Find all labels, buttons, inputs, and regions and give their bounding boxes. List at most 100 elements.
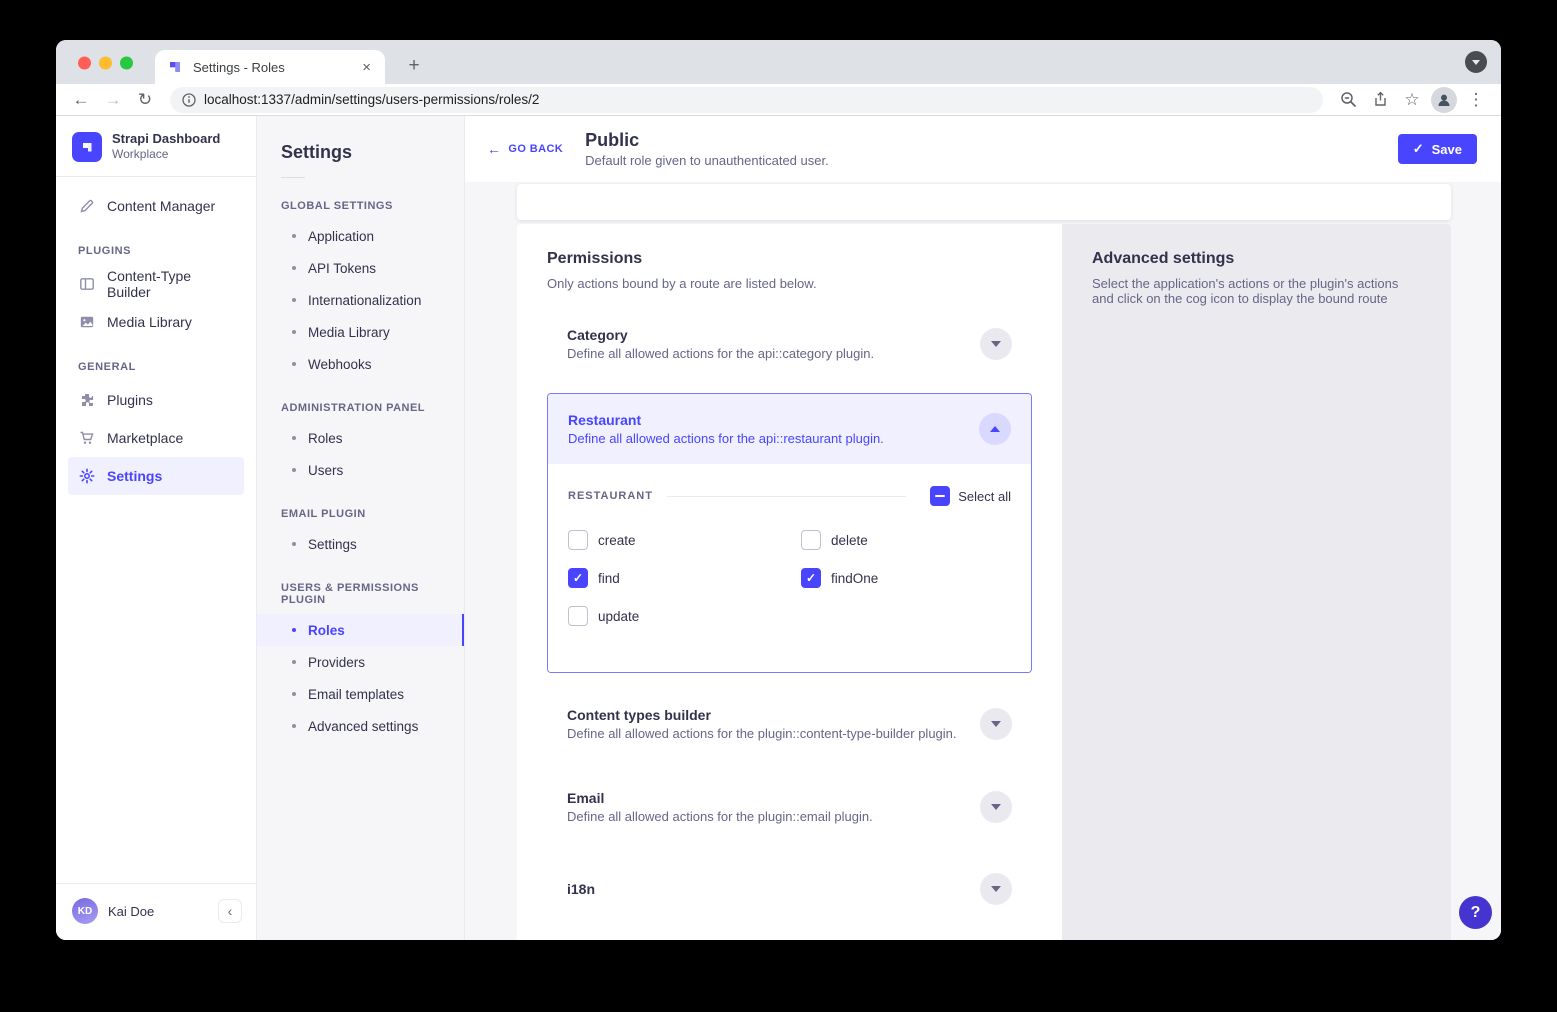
accordion-desc: Define all allowed actions for the api::… [568, 431, 884, 446]
expand-i18n-button[interactable] [980, 873, 1012, 905]
bullet-icon [292, 362, 296, 366]
sidebar-item-label: Marketplace [107, 430, 183, 446]
accordion-restaurant-header[interactable]: Restaurant Define all allowed actions fo… [548, 394, 1031, 464]
minimize-window-button[interactable] [99, 57, 112, 70]
browser-tab[interactable]: Settings - Roles × [155, 50, 385, 84]
sidebar-item-content-manager[interactable]: Content Manager [68, 187, 244, 225]
subnav-item-webhooks[interactable]: Webhooks [257, 348, 464, 380]
help-button[interactable]: ? [1459, 896, 1492, 929]
forward-icon[interactable]: → [100, 87, 126, 113]
expand-email-button[interactable] [980, 791, 1012, 823]
profile-avatar-icon[interactable] [1431, 87, 1457, 113]
workspace-switcher[interactable]: Strapi Dashboard Workplace [56, 116, 256, 176]
subnav-item-up-roles[interactable]: Roles [257, 614, 464, 646]
bookmark-star-icon[interactable]: ☆ [1399, 87, 1425, 113]
subnav-item-media-library[interactable]: Media Library [257, 316, 464, 348]
bullet-icon [292, 628, 296, 632]
group-label: RESTAURANT [568, 490, 653, 502]
go-back-label: GO BACK [508, 143, 563, 155]
checkbox-create[interactable] [568, 530, 588, 550]
sidebar-section-plugins: PLUGINS [78, 245, 244, 257]
zoom-icon[interactable] [1335, 87, 1361, 113]
close-window-button[interactable] [78, 57, 91, 70]
sidebar-item-label: Media Library [107, 314, 192, 330]
share-icon[interactable] [1367, 87, 1393, 113]
subnav-item-email-settings[interactable]: Settings [257, 528, 464, 560]
puzzle-icon [78, 392, 95, 408]
permissions-title: Permissions [547, 250, 1032, 268]
go-back-link[interactable]: ← GO BACK [487, 141, 563, 157]
subnav-item-admin-roles[interactable]: Roles [257, 422, 464, 454]
subnav-item-label: Users [308, 463, 343, 478]
tab-title: Settings - Roles [193, 60, 350, 75]
strapi-favicon-icon [167, 59, 183, 75]
accordion-i18n[interactable]: i18n [547, 865, 1032, 913]
settings-subnav: Settings GLOBAL SETTINGS Application API… [257, 116, 465, 940]
gear-icon [78, 468, 95, 484]
permission-update[interactable]: update [568, 606, 801, 626]
accordion-email[interactable]: Email Define all allowed actions for the… [547, 782, 1032, 832]
tab-close-icon[interactable]: × [360, 59, 373, 76]
menu-dots-icon[interactable]: ⋮ [1463, 87, 1489, 113]
permission-create[interactable]: create [568, 530, 801, 550]
checkbox-findOne[interactable]: ✓ [801, 568, 821, 588]
user-row: KD Kai Doe ‹ [56, 884, 256, 940]
select-all-checkbox[interactable] [930, 486, 950, 506]
page-title: Public [585, 130, 829, 152]
subnav-item-providers[interactable]: Providers [257, 646, 464, 678]
subnav-item-admin-users[interactable]: Users [257, 454, 464, 486]
address-bar[interactable]: localhost:1337/admin/settings/users-perm… [170, 87, 1323, 113]
chevron-down-icon [991, 341, 1001, 347]
save-button[interactable]: ✓ Save [1398, 134, 1477, 164]
subnav-item-api-tokens[interactable]: API Tokens [257, 252, 464, 284]
subnav-title: Settings [257, 116, 464, 163]
bullet-icon [292, 692, 296, 696]
subnav-item-label: Application [308, 229, 374, 244]
accordion-content-types-builder[interactable]: Content types builder Define all allowed… [547, 699, 1032, 749]
reload-icon[interactable]: ↻ [132, 87, 158, 113]
accordion-title: Email [567, 790, 873, 806]
page-header: ← GO BACK Public Default role given to u… [465, 116, 1501, 182]
accordion-title: i18n [567, 881, 595, 897]
maximize-window-button[interactable] [120, 57, 133, 70]
sidebar-item-marketplace[interactable]: Marketplace [68, 419, 244, 457]
expand-content-types-builder-button[interactable] [980, 708, 1012, 740]
checkbox-delete[interactable] [801, 530, 821, 550]
checkbox-update[interactable] [568, 606, 588, 626]
collapse-restaurant-button[interactable] [979, 413, 1011, 445]
tab-search-button[interactable] [1465, 51, 1487, 73]
feather-pen-icon [78, 198, 95, 214]
avatar[interactable]: KD [72, 898, 98, 924]
sidebar-item-plugins[interactable]: Plugins [68, 381, 244, 419]
sidebar-item-media-library[interactable]: Media Library [68, 303, 244, 341]
page-subtitle: Default role given to unauthenticated us… [585, 153, 829, 168]
subnav-item-application[interactable]: Application [257, 220, 464, 252]
accordion-desc: Define all allowed actions for the plugi… [567, 809, 873, 824]
sidebar-collapse-button[interactable]: ‹ [218, 899, 242, 923]
sidebar-section-general: GENERAL [78, 361, 244, 373]
sidebar-item-label: Content Manager [107, 198, 215, 214]
sidebar-item-label: Plugins [107, 392, 153, 408]
permission-delete[interactable]: delete [801, 530, 1011, 550]
check-icon: ✓ [806, 572, 816, 584]
sidebar-item-content-type-builder[interactable]: Content-Type Builder [68, 265, 244, 303]
scroll-area[interactable]: Permissions Only actions bound by a rout… [465, 182, 1501, 940]
permission-find[interactable]: ✓ find [568, 568, 801, 588]
subnav-item-internationalization[interactable]: Internationalization [257, 284, 464, 316]
subnav-item-email-templates[interactable]: Email templates [257, 678, 464, 710]
new-tab-button[interactable]: + [400, 52, 428, 80]
accordion-category[interactable]: Category Define all allowed actions for … [547, 319, 1032, 369]
expand-category-button[interactable] [980, 328, 1012, 360]
checkbox-find[interactable]: ✓ [568, 568, 588, 588]
subnav-item-advanced-settings[interactable]: Advanced settings [257, 710, 464, 742]
checkbox-label: update [598, 609, 639, 624]
accordion-restaurant: Restaurant Define all allowed actions fo… [547, 393, 1032, 673]
permission-findOne[interactable]: ✓ findOne [801, 568, 1011, 588]
sidebar-item-settings[interactable]: Settings [68, 457, 244, 495]
back-icon[interactable]: ← [68, 87, 94, 113]
select-all-control[interactable]: Select all [930, 486, 1011, 506]
permissions-panels: Permissions Only actions bound by a rout… [517, 224, 1451, 940]
subnav-section-global-settings: GLOBAL SETTINGS [281, 200, 440, 212]
info-icon[interactable] [182, 93, 196, 107]
browser-window: Settings - Roles × + ← → ↻ localhost:133… [56, 40, 1501, 940]
